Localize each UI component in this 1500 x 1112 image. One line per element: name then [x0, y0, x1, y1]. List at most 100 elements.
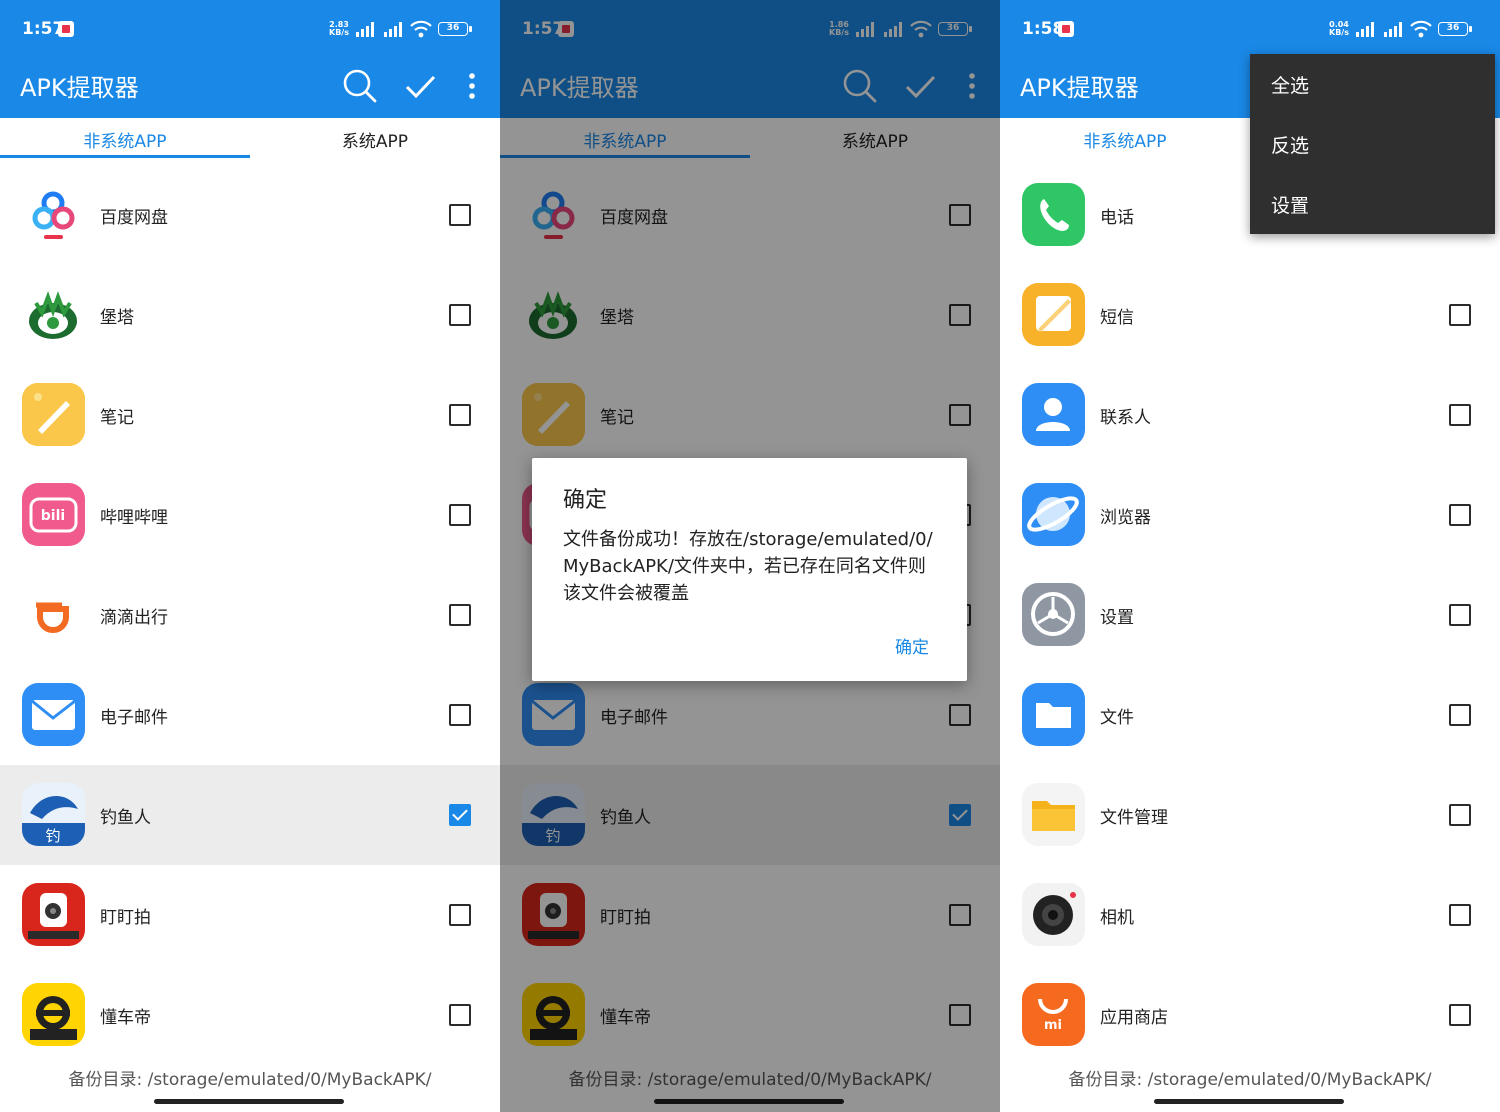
more-options-icon[interactable] — [452, 66, 492, 106]
dialog-title: 确定 — [563, 488, 608, 513]
app-name: 文件 — [1100, 708, 1134, 728]
app-name: 浏览器 — [1100, 508, 1151, 528]
svg-text:bili: bili — [41, 508, 65, 524]
bilibili-icon: bili — [22, 483, 85, 546]
select-checkbox[interactable] — [1449, 1004, 1471, 1026]
search-icon[interactable] — [340, 66, 380, 106]
app-name: 滴滴出行 — [100, 608, 168, 628]
app-name: 堡塔 — [100, 308, 134, 328]
list-item[interactable]: 笔记 — [0, 365, 500, 465]
select-checkbox[interactable] — [1449, 304, 1471, 326]
select-checkbox[interactable] — [449, 304, 471, 326]
signal-icon — [382, 21, 406, 37]
ddpai-icon — [22, 883, 85, 946]
app-name: 盯盯拍 — [100, 908, 151, 928]
app-name: 联系人 — [1100, 408, 1151, 428]
select-checkbox[interactable] — [1449, 504, 1471, 526]
app-title: APK提取器 — [20, 74, 139, 102]
app-name: 哔哩哔哩 — [100, 508, 168, 528]
list-item[interactable]: 钓 钓鱼人 — [0, 765, 500, 865]
backup-dir-label: 备份目录: /storage/emulated/0/MyBackAPK/ — [68, 1070, 432, 1090]
svg-text:钓: 钓 — [45, 827, 60, 845]
svg-text:mi: mi — [1044, 1018, 1062, 1033]
tab-bar: 非系统APP 系统APP — [0, 118, 500, 158]
options-menu: 全选 反选 设置 — [1250, 54, 1495, 234]
home-indicator[interactable] — [1154, 1099, 1344, 1104]
select-checkbox[interactable] — [449, 1004, 471, 1026]
net-speed: 0.04 KB/s — [1328, 21, 1350, 37]
select-checkbox[interactable] — [449, 504, 471, 526]
file-manager-icon — [1022, 783, 1085, 846]
files-icon — [1022, 683, 1085, 746]
dialog-ok-button[interactable]: 确定 — [895, 633, 929, 658]
app-name: 应用商店 — [1100, 1008, 1168, 1028]
home-indicator[interactable] — [154, 1099, 344, 1104]
list-item[interactable]: 文件管理 — [1000, 765, 1500, 865]
list-item[interactable]: 文件 — [1000, 665, 1500, 765]
app-list: 电话 短信 联系人 浏览器 设置 文件 文件管理 相机 mi 应用商店 — [1000, 165, 1500, 1065]
check-icon[interactable] — [400, 66, 440, 106]
list-item[interactable]: 堡塔 — [0, 265, 500, 365]
list-item[interactable]: 百度网盘 — [0, 165, 500, 265]
confirm-dialog: 确定 文件备份成功！存放在/storage/emulated/0/MyBackA… — [532, 458, 967, 681]
select-checkbox[interactable] — [449, 904, 471, 926]
app-name: 钓鱼人 — [100, 808, 151, 828]
list-item[interactable]: 相机 — [1000, 865, 1500, 965]
select-checkbox[interactable] — [1449, 904, 1471, 926]
list-item[interactable]: 懂车帝 — [0, 965, 500, 1065]
select-checkbox[interactable] — [1449, 404, 1471, 426]
notification-icon — [1058, 21, 1074, 37]
select-checkbox[interactable] — [1449, 704, 1471, 726]
menu-item-select-all[interactable]: 全选 — [1271, 71, 1309, 98]
sms-icon — [1022, 283, 1085, 346]
menu-item-settings[interactable]: 设置 — [1271, 191, 1309, 218]
list-item[interactable]: 滴滴出行 — [0, 565, 500, 665]
list-item[interactable]: 设置 — [1000, 565, 1500, 665]
battery-icon: 36 — [438, 22, 472, 36]
list-item[interactable]: bili 哔哩哔哩 — [0, 465, 500, 565]
app-name: 短信 — [1100, 308, 1134, 328]
notification-icon — [58, 21, 74, 37]
select-checkbox[interactable] — [1449, 804, 1471, 826]
list-item[interactable]: mi 应用商店 — [1000, 965, 1500, 1065]
list-item[interactable]: 联系人 — [1000, 365, 1500, 465]
net-speed-unit: KB/s — [329, 28, 349, 37]
didi-icon — [22, 583, 85, 646]
backup-dir-label: 备份目录: /storage/emulated/0/MyBackAPK/ — [1068, 1070, 1432, 1090]
wifi-icon — [1410, 20, 1432, 38]
dialog-message: 文件备份成功！存放在/storage/emulated/0/MyBackAPK/… — [563, 529, 933, 604]
settings-icon — [1022, 583, 1085, 646]
signal-icon — [1354, 21, 1378, 37]
camera-icon — [1022, 883, 1085, 946]
select-checkbox[interactable] — [449, 204, 471, 226]
list-item[interactable]: 电子邮件 — [0, 665, 500, 765]
select-checkbox[interactable] — [449, 804, 471, 826]
email-icon — [22, 683, 85, 746]
app-list: 百度网盘 堡塔 笔记 bili 哔哩哔哩 滴滴出行 电子邮件 钓 钓鱼人 盯盯拍… — [0, 165, 500, 1065]
tab-user-apps[interactable]: 非系统APP — [0, 127, 250, 152]
select-checkbox[interactable] — [1449, 604, 1471, 626]
app-bar: APK提取器 — [0, 60, 500, 118]
fishing-icon: 钓 — [22, 783, 85, 846]
app-name: 文件管理 — [1100, 808, 1168, 828]
app-name: 电话 — [1100, 208, 1134, 228]
menu-item-invert-selection[interactable]: 反选 — [1271, 131, 1309, 158]
dongchedi-icon — [22, 983, 85, 1046]
phone-icon — [1022, 183, 1085, 246]
status-bar: 1:57 2.83 KB/s 36 — [0, 0, 500, 60]
notes-icon — [22, 383, 85, 446]
list-item[interactable]: 盯盯拍 — [0, 865, 500, 965]
net-speed: 2.83 KB/s — [328, 21, 350, 37]
battery-icon: 36 — [1438, 22, 1472, 36]
app-name: 电子邮件 — [100, 708, 168, 728]
app-title: APK提取器 — [1020, 74, 1139, 102]
select-checkbox[interactable] — [449, 604, 471, 626]
browser-icon — [1022, 483, 1085, 546]
select-checkbox[interactable] — [449, 404, 471, 426]
tab-system-apps[interactable]: 系统APP — [250, 127, 500, 152]
list-item[interactable]: 浏览器 — [1000, 465, 1500, 565]
list-item[interactable]: 短信 — [1000, 265, 1500, 365]
signal-icon — [1382, 21, 1406, 37]
select-checkbox[interactable] — [449, 704, 471, 726]
tab-user-apps[interactable]: 非系统APP — [1000, 127, 1250, 152]
